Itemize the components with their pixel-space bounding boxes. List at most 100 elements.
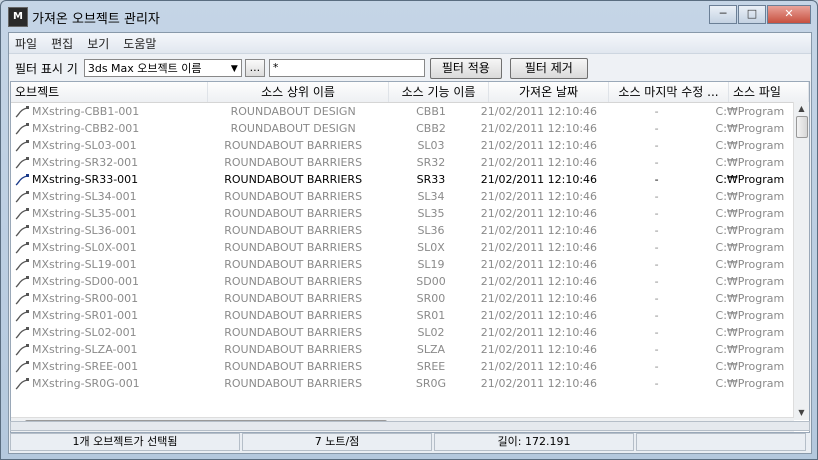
close-button[interactable]: ✕ [767,5,811,24]
filter-type-dropdown[interactable]: 3ds Max 오브젝트 이름 ▼ [83,59,242,77]
row-object-name: MXstring-SL03-001 [32,139,137,152]
table-row[interactable]: MXstring-SR0G-001 ROUNDABOUT BARRIERS SR0G… [11,375,794,392]
minimize-button[interactable]: ─ [709,5,737,24]
spline-icon [15,258,29,271]
chevron-down-icon: ▼ [230,64,238,74]
row-source-feature: SL36 [417,224,445,237]
row-object: MXstring-SREE-001 [11,358,204,375]
row-object: MXstring-CBB2-001 [11,120,204,137]
row-import-date: 21/02/2011 12:10:46 [480,207,598,220]
table-row[interactable]: MXstring-SL0X-001 ROUNDABOUT BARRIERS SL0X… [11,239,794,256]
table-row[interactable]: MXstring-SL02-001 ROUNDABOUT BARRIERS SL02… [11,324,794,341]
row-object-name: MXstring-SR00-001 [32,292,139,305]
row-import-date: 21/02/2011 12:10:46 [480,241,598,254]
spline-icon [15,122,29,135]
row-source-parent: ROUNDABOUT BARRIERS [224,377,363,390]
minimize-icon: ─ [719,7,727,20]
row-object-name: MXstring-SD00-001 [32,275,139,288]
row-source-feature: SL02 [417,326,445,339]
row-source-feature: SL0X [417,241,445,254]
row-object-name: MXstring-SR01-001 [32,309,139,322]
row-source-file: C:₩Program [715,190,785,203]
table-row[interactable]: MXstring-SLZA-001 ROUNDABOUT BARRIERS SLZA… [11,341,794,358]
table-row[interactable]: MXstring-SL36-001 ROUNDABOUT BARRIERS SL36… [11,222,794,239]
row-source-file: C:₩Program [715,173,785,186]
row-source-parent: ROUNDABOUT BARRIERS [224,275,363,288]
table-row[interactable]: MXstring-SR32-001 ROUNDABOUT BARRIERS SR32… [11,154,794,171]
menu-edit[interactable]: 편집 [51,35,73,52]
row-source-modified: - [654,309,659,322]
table-row[interactable]: MXstring-CBB1-001 ROUNDABOUT DESIGN CBB1 21… [11,103,794,120]
menu-view[interactable]: 보기 [87,35,109,52]
table-row[interactable]: MXstring-SR00-001 ROUNDABOUT BARRIERS SR00… [11,290,794,307]
browse-button[interactable]: ... [244,59,265,77]
table-row[interactable]: MXstring-SL19-001 ROUNDABOUT BARRIERS SL19… [11,256,794,273]
spline-icon [15,275,29,288]
table-row[interactable]: MXstring-SL03-001 ROUNDABOUT BARRIERS SL03… [11,137,794,154]
column-header-object[interactable]: 오브젝트 [11,82,208,102]
column-header-source-file[interactable]: 소스 파일 [729,82,809,102]
table-row[interactable]: MXstring-SL34-001 ROUNDABOUT BARRIERS SL34… [11,188,794,205]
row-object: MXstring-SL34-001 [11,188,204,205]
vertical-scrollbar[interactable]: ▲ ▼ [793,102,809,420]
row-source-parent: ROUNDABOUT BARRIERS [224,139,363,152]
row-source-file: C:₩Program [715,122,785,135]
status-empty [636,433,806,451]
row-source-modified: - [654,292,659,305]
row-import-date: 21/02/2011 12:10:46 [480,105,598,118]
remove-filter-button[interactable]: 필터 제거 [509,57,588,79]
scroll-down-icon[interactable]: ▼ [794,406,809,420]
row-source-parent: ROUNDABOUT BARRIERS [224,156,363,169]
row-source-feature: SR00 [416,292,446,305]
row-object: MXstring-SR01-001 [11,307,204,324]
row-source-parent: ROUNDABOUT BARRIERS [224,309,363,322]
row-import-date: 21/02/2011 12:10:46 [480,292,598,305]
list-rows: MXstring-CBB1-001 ROUNDABOUT DESIGN CBB1 21… [11,103,794,392]
row-object: MXstring-SR00-001 [11,290,204,307]
row-source-file: C:₩Program [715,360,785,373]
spline-icon [15,139,29,152]
row-source-feature: SD00 [416,275,446,288]
menu-help[interactable]: 도움말 [123,35,156,52]
column-header-source-parent[interactable]: 소스 상위 이름 [208,82,389,102]
row-source-modified: - [654,258,659,271]
status-length: 길이: 172.191 [434,433,634,451]
row-source-modified: - [654,360,659,373]
window-content: 파일 편집 보기 도움말 필터 표시 기 3ds Max 오브젝트 이름 ▼ .… [8,32,812,454]
table-row[interactable]: MXstring-SD00-001 ROUNDABOUT BARRIERS SD00… [11,273,794,290]
row-source-file: C:₩Program [715,309,785,322]
row-import-date: 21/02/2011 12:10:46 [480,139,598,152]
vertical-scroll-thumb[interactable] [796,116,808,138]
row-source-feature: SL35 [417,207,445,220]
row-source-parent: ROUNDABOUT BARRIERS [224,190,363,203]
table-row[interactable]: MXstring-SR33-001 ROUNDABOUT BARRIERS SR33… [11,171,794,188]
column-header-source-modified[interactable]: 소스 마지막 수정 ... [609,82,729,102]
spline-icon [15,156,29,169]
row-source-modified: - [654,343,659,356]
table-row[interactable]: MXstring-CBB2-001 ROUNDABOUT DESIGN CBB2 21… [11,120,794,137]
spline-icon [15,224,29,237]
apply-filter-button[interactable]: 필터 적용 [429,57,502,79]
maximize-button[interactable]: □ [738,5,766,24]
spline-icon [15,173,29,186]
row-object-name: MXstring-SL19-001 [32,258,137,271]
menu-file[interactable]: 파일 [15,35,37,52]
title-bar[interactable]: M 가져온 오브젝트 관리자 ─ □ ✕ [1,1,817,31]
row-source-modified: - [654,156,659,169]
row-source-feature: SL34 [417,190,445,203]
filter-label: 필터 표시 기 [15,61,78,76]
table-row[interactable]: MXstring-SREE-001 ROUNDABOUT BARRIERS SREE… [11,358,794,375]
scroll-up-icon[interactable]: ▲ [794,102,809,116]
row-object: MXstring-SLZA-001 [11,341,204,358]
row-source-file: C:₩Program [715,207,785,220]
table-row[interactable]: MXstring-SL35-001 ROUNDABOUT BARRIERS SL35… [11,205,794,222]
row-source-parent: ROUNDABOUT DESIGN [230,105,356,118]
column-header-import-date[interactable]: 가져온 날짜 [489,82,609,102]
filter-input[interactable]: * [268,59,425,77]
row-source-file: C:₩Program [715,275,785,288]
spline-icon [15,190,29,203]
row-object: MXstring-CBB1-001 [11,103,204,120]
table-row[interactable]: MXstring-SR01-001 ROUNDABOUT BARRIERS SR01… [11,307,794,324]
row-source-feature: CBB1 [416,105,446,118]
column-header-source-feature[interactable]: 소스 기능 이름 [389,82,489,102]
